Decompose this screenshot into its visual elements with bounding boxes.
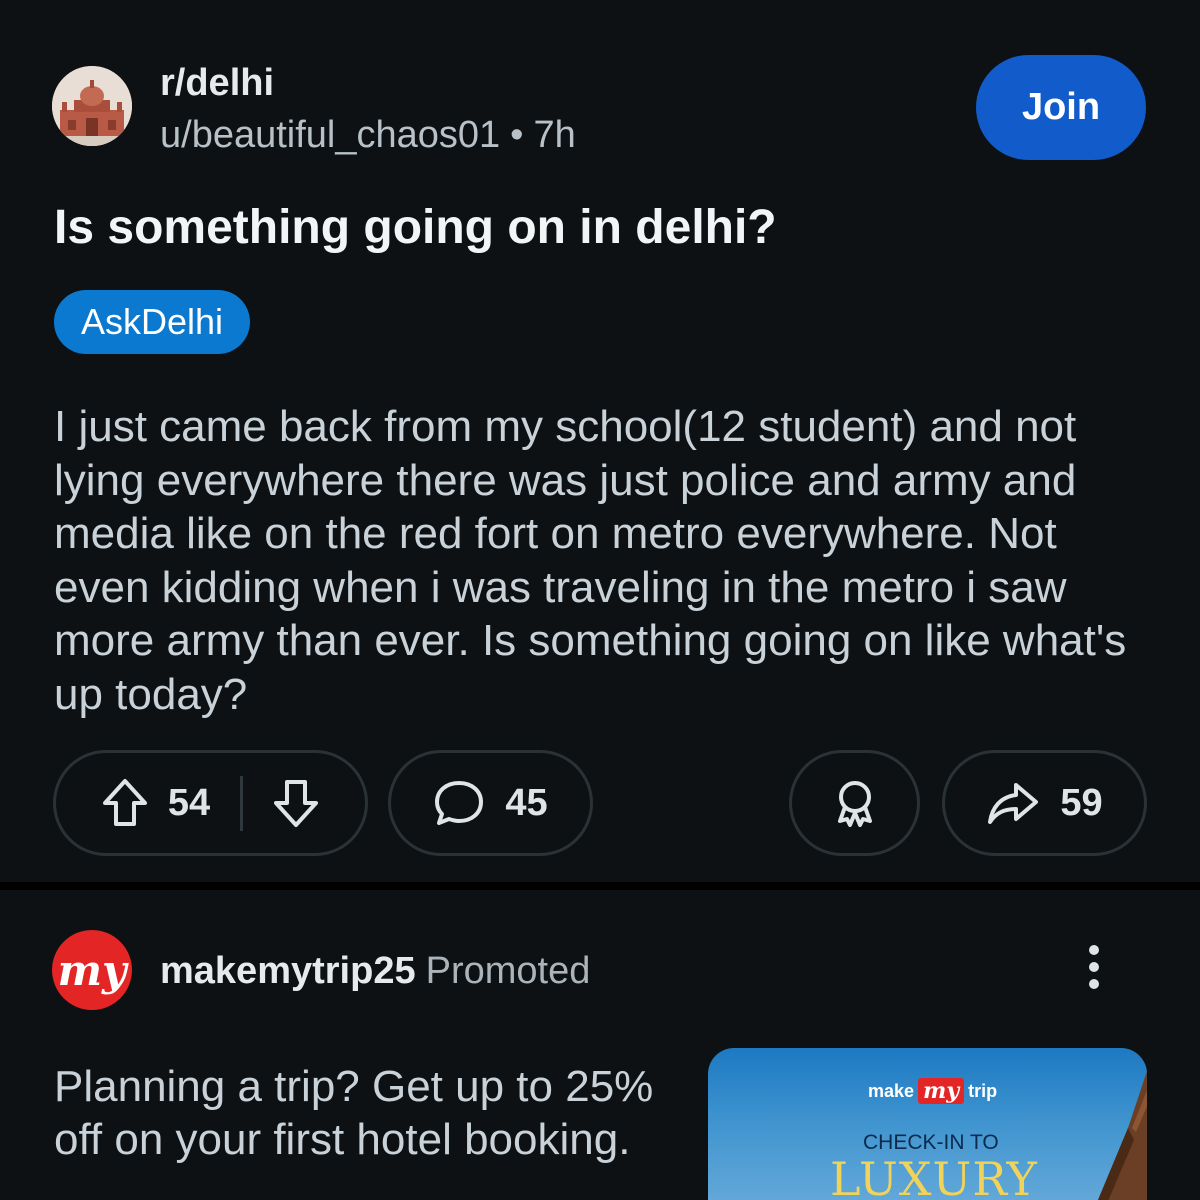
share-count: 59 xyxy=(1060,781,1103,824)
banner-headline: LUXURY xyxy=(830,1152,1038,1200)
post-time: 7h xyxy=(533,114,576,156)
post-card[interactable]: r/delhi u/beautiful_chaos01 • 7h Join Is s… xyxy=(0,0,1200,885)
award-button[interactable] xyxy=(789,750,920,856)
banner-logo-trip: trip xyxy=(968,1080,998,1101)
subreddit-name[interactable]: r/delhi xyxy=(160,62,274,105)
advertiser-line: makemytrip25 Promoted xyxy=(160,950,590,993)
post-title[interactable]: Is something going on in delhi? xyxy=(54,200,777,255)
downvote-icon[interactable] xyxy=(271,777,321,829)
post-divider xyxy=(0,882,1200,890)
comment-button[interactable]: 45 xyxy=(388,750,593,856)
upvote-count: 54 xyxy=(167,781,211,824)
ad-text[interactable]: Planning a trip? Get up to 25% off on yo… xyxy=(54,1060,654,1166)
promoted-label: Promoted xyxy=(425,950,591,992)
upvote-icon[interactable] xyxy=(100,777,150,829)
meta-separator: • xyxy=(510,114,524,156)
share-button[interactable]: 59 xyxy=(942,750,1147,856)
comment-icon xyxy=(433,778,485,828)
ad-banner-image[interactable]: make my trip CHECK-IN TO LUXURY xyxy=(708,1048,1147,1200)
more-options-icon[interactable] xyxy=(1078,945,1110,995)
author-name[interactable]: u/beautiful_chaos01 xyxy=(160,114,500,156)
vote-bar: 54 xyxy=(53,750,368,856)
banner-logo-make: make xyxy=(868,1080,915,1101)
join-button[interactable]: Join xyxy=(976,55,1146,160)
vote-divider xyxy=(240,775,244,831)
building-roof-graphic xyxy=(1098,1071,1147,1200)
share-icon xyxy=(986,780,1040,826)
comment-count: 45 xyxy=(505,781,548,824)
post-meta: u/beautiful_chaos01 • 7h xyxy=(160,114,576,157)
banner-logo: make my trip xyxy=(868,1078,997,1104)
advertiser-avatar[interactable]: my xyxy=(52,930,132,1010)
advertiser-name[interactable]: makemytrip25 xyxy=(160,950,416,992)
award-icon xyxy=(830,777,880,829)
subreddit-avatar[interactable] xyxy=(52,66,132,146)
banner-logo-my: my xyxy=(918,1078,965,1104)
post-flair[interactable]: AskDelhi xyxy=(54,290,251,354)
post-body[interactable]: I just came back from my school(12 stude… xyxy=(54,400,1164,721)
